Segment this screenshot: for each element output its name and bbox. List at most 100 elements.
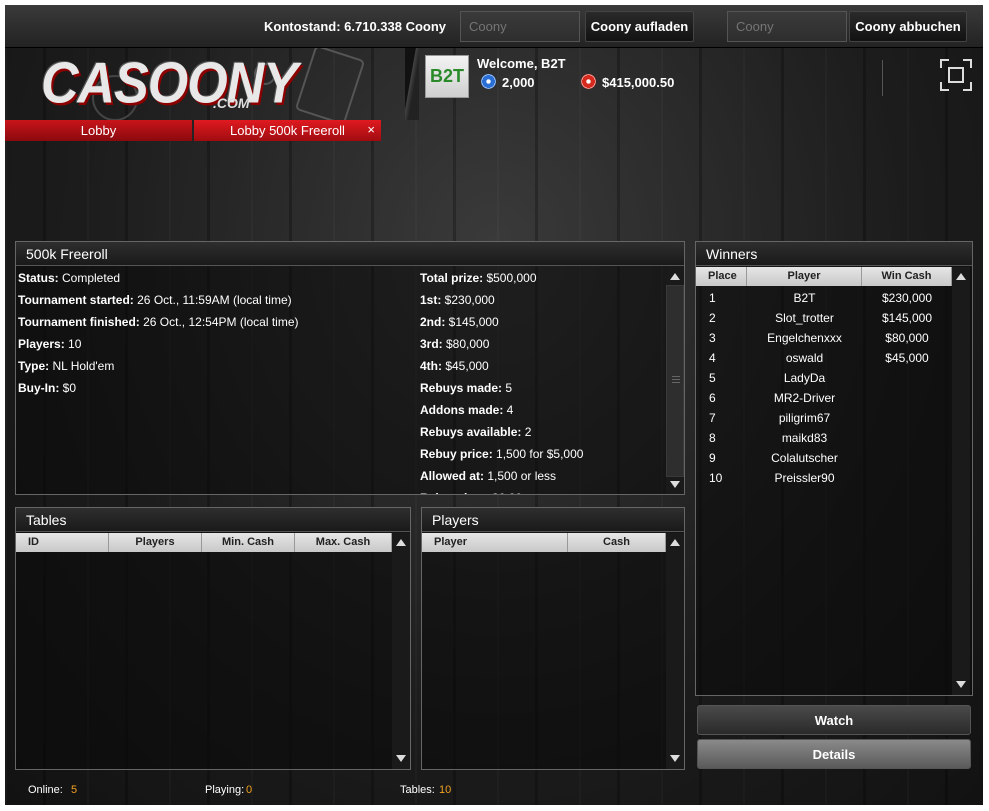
chip-icon [481, 74, 496, 89]
scroll-thumb[interactable] [666, 285, 684, 477]
info-value: 2 [521, 425, 532, 439]
tab-lobby[interactable]: Lobby [5, 120, 192, 141]
column-header-win-cash[interactable]: Win Cash [862, 267, 952, 286]
winner-row[interactable]: 4 oswald $45,000 [696, 348, 951, 368]
panel-title: 500k Freeroll [16, 242, 684, 266]
tables-count: 10 [439, 784, 452, 796]
winner-row[interactable]: 6 MR2-Driver [696, 388, 951, 408]
info-key: Type: [18, 359, 50, 373]
info-key: Buy-In: [18, 381, 60, 395]
info-line: Rebuy price: 1,500 for $5,000 [420, 447, 583, 461]
info-value: $0 [59, 381, 77, 395]
column-header-player[interactable]: Player [422, 533, 568, 552]
topup-amount-input[interactable] [460, 11, 580, 42]
info-value: 5 [502, 381, 513, 395]
info-line: Allowed at: 1,500 or less [420, 469, 556, 483]
logo-suffix: .COM [213, 95, 250, 111]
winner-row[interactable]: 9 Colalutscher [696, 448, 951, 468]
info-key: Addons made: [420, 403, 504, 417]
info-key: Rebuy price: [420, 447, 493, 461]
info-value: $80,000 [442, 337, 490, 351]
withdraw-button[interactable]: Coony abbuchen [849, 11, 967, 42]
topup-button[interactable]: Coony aufladen [585, 11, 694, 42]
info-key: Rebuys available: [420, 425, 522, 439]
info-line: Rebuy time: 30:00 [420, 491, 522, 494]
tables-header: ID Players Min. Cash Max. Cash [16, 533, 392, 553]
tables-panel: Tables ID Players Min. Cash Max. Cash [15, 507, 411, 770]
winner-row[interactable]: 7 piligrim67 [696, 408, 951, 428]
tab-freeroll[interactable]: Lobby 500k Freeroll × [194, 120, 381, 141]
details-button[interactable]: Details [697, 739, 971, 769]
column-header-max-cash[interactable]: Max. Cash [295, 533, 392, 552]
info-value: 10 [64, 337, 82, 351]
casoony-logo: CASOONY [41, 52, 298, 116]
tables-scrollbar[interactable] [392, 533, 410, 769]
winner-row[interactable]: 1 B2T $230,000 [696, 288, 951, 308]
info-key: 3rd: [420, 337, 443, 351]
column-header-id[interactable]: ID [16, 533, 109, 552]
playing-label: Playing: [205, 784, 245, 796]
scroll-up-icon[interactable] [670, 273, 680, 280]
top-bar: Kontostand: 6.710.338 Coony Coony auflad… [5, 5, 983, 48]
close-icon[interactable]: × [367, 122, 375, 137]
watch-button[interactable]: Watch [697, 705, 971, 735]
scroll-down-icon[interactable] [396, 755, 406, 762]
winner-row[interactable]: 10 Preissler90 [696, 468, 951, 488]
winner-player: MR2-Driver [773, 391, 836, 405]
info-value: 1,500 for $5,000 [492, 447, 584, 461]
info-line: Tournament finished: 26 Oct., 12:54PM (l… [18, 315, 299, 329]
winner-cash: $145,000 [881, 311, 933, 325]
info-key: Players: [18, 337, 65, 351]
column-header-players[interactable]: Players [109, 533, 202, 552]
winners-list: 1 B2T $230,000 2 Slot_trotter $145,000 3 Engelc… [696, 288, 952, 688]
info-key: Total prize: [420, 271, 484, 285]
winner-row[interactable]: 8 maikd83 [696, 428, 951, 448]
info-line: Addons made: 4 [420, 403, 513, 417]
column-header-player[interactable]: Player [747, 267, 862, 286]
fullscreen-icon[interactable] [939, 58, 973, 92]
winner-player: piligrim67 [778, 411, 831, 425]
info-value: $145,000 [445, 315, 499, 329]
winner-player: B2T [793, 291, 816, 305]
info-value: 26 Oct., 12:54PM (local time) [139, 315, 299, 329]
scroll-down-icon[interactable] [956, 681, 966, 688]
scroll-up-icon[interactable] [956, 273, 966, 280]
info-key: Status: [18, 271, 59, 285]
column-header-place[interactable]: Place [696, 267, 747, 286]
info-scrollbar[interactable] [666, 267, 684, 494]
winner-place: 3 [709, 331, 716, 345]
header-divider [405, 48, 419, 120]
panel-title: Winners [696, 242, 972, 266]
column-header-cash[interactable]: Cash [568, 533, 666, 552]
avatar[interactable]: B2T [425, 55, 469, 98]
scroll-up-icon[interactable] [396, 539, 406, 546]
winner-place: 5 [709, 371, 716, 385]
info-value: $45,000 [442, 359, 489, 373]
winner-row[interactable]: 2 Slot_trotter $145,000 [696, 308, 951, 328]
winner-row[interactable]: 5 LadyDa [696, 368, 951, 388]
info-value: 4 [503, 403, 514, 417]
winner-place: 10 [709, 471, 723, 485]
info-value: 26 Oct., 11:59AM (local time) [133, 293, 292, 307]
info-value: $230,000 [441, 293, 495, 307]
panel-title: Tables [16, 508, 410, 532]
tab-freeroll-label: Lobby 500k Freeroll [230, 123, 345, 138]
info-line: 3rd: $80,000 [420, 337, 489, 351]
column-header-min-cash[interactable]: Min. Cash [202, 533, 295, 552]
winners-scrollbar[interactable] [952, 267, 970, 695]
withdraw-amount-input[interactable] [727, 11, 847, 42]
info-key: Tournament started: [18, 293, 134, 307]
playing-count: 0 [246, 784, 253, 796]
scroll-down-icon[interactable] [670, 755, 680, 762]
winner-player: oswald [785, 351, 824, 365]
players-scrollbar[interactable] [666, 533, 684, 769]
scroll-down-icon[interactable] [670, 481, 680, 488]
winner-player: Preissler90 [774, 471, 835, 485]
info-value: Completed [58, 271, 121, 285]
winner-cash: $230,000 [881, 291, 933, 305]
online-count: 5 [71, 784, 78, 796]
info-line: 4th: $45,000 [420, 359, 489, 373]
winner-row[interactable]: 3 Engelchenxxx $80,000 [696, 328, 951, 348]
winner-player: LadyDa [783, 371, 826, 385]
scroll-up-icon[interactable] [670, 539, 680, 546]
